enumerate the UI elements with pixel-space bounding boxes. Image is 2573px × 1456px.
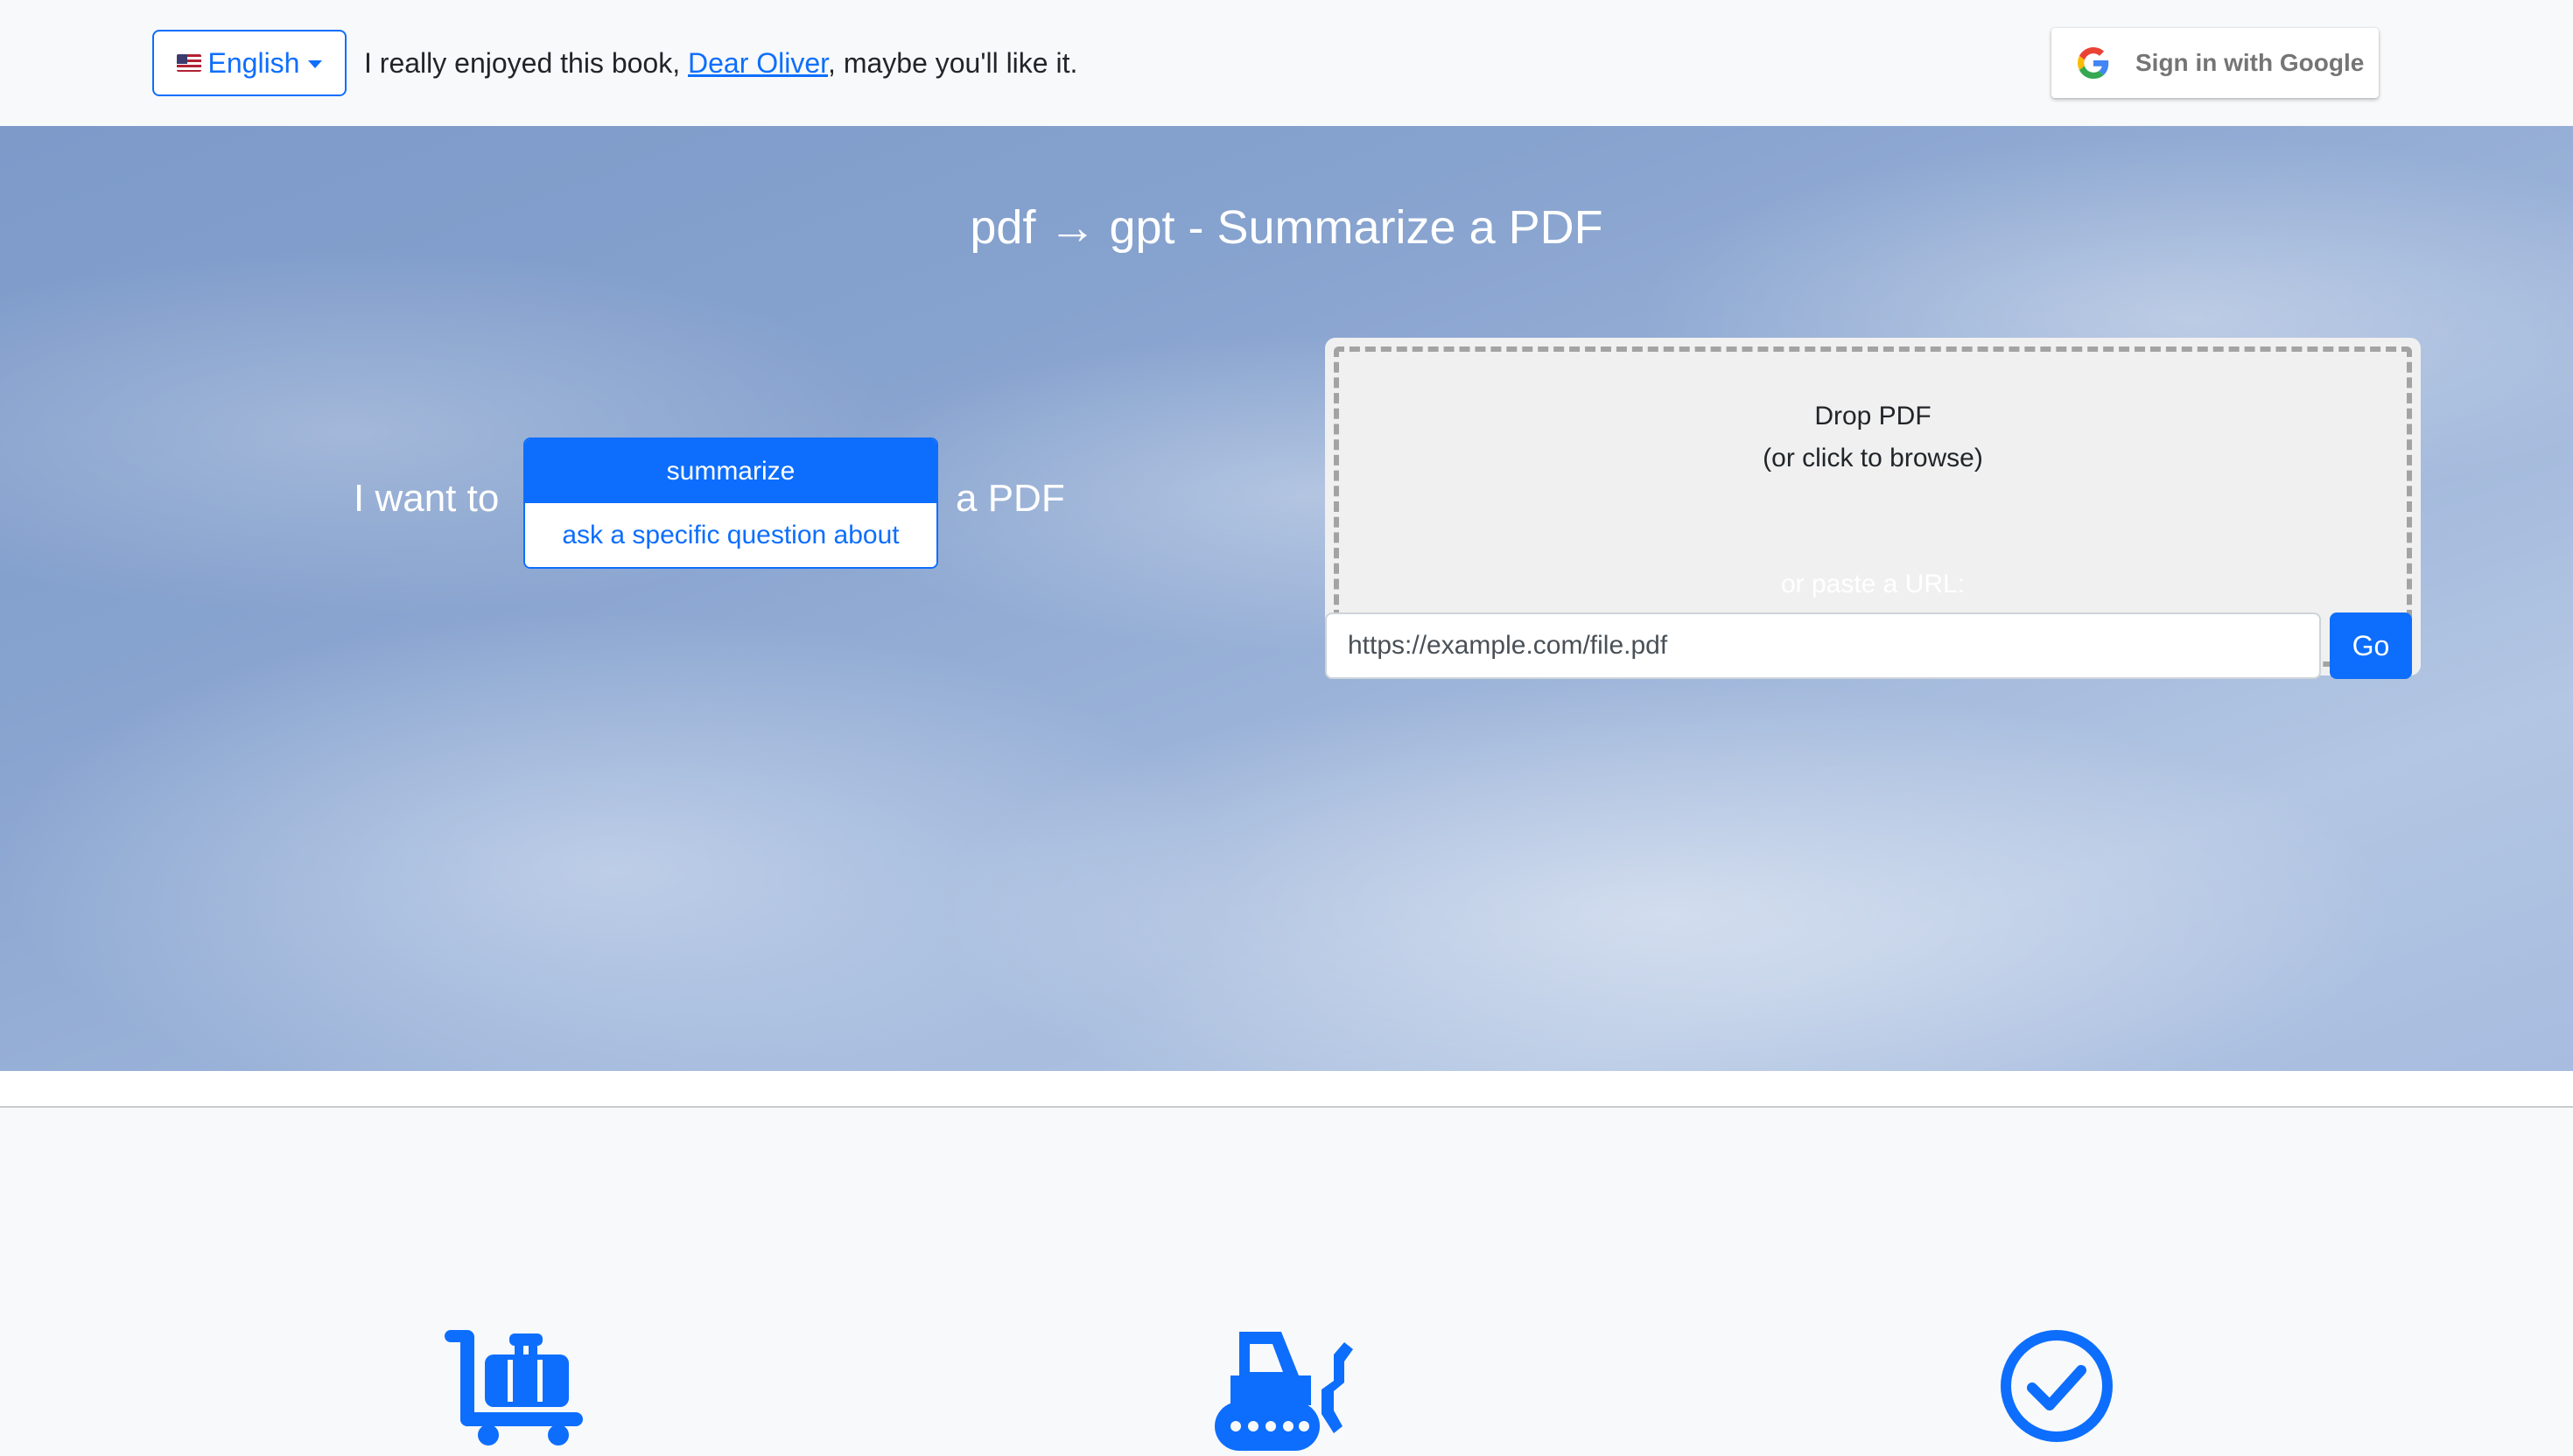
google-signin-label: Sign in with Google: [2135, 49, 2365, 76]
book-promo: I really enjoyed this book, Dear Oliver,…: [364, 38, 1077, 88]
bulldozer-icon: [1215, 1332, 1353, 1451]
top-bar: English I really enjoyed this book, Dear…: [0, 0, 2573, 126]
dropzone-title: Drop PDF: [1814, 402, 1932, 430]
google-signin-button[interactable]: Sign in with Google: [2051, 28, 2379, 98]
promo-text-before: I really enjoyed this book,: [364, 47, 688, 79]
promo-text-after: , maybe you'll like it.: [828, 47, 1078, 79]
page-title: pdf → gpt - Summarize a PDF: [970, 201, 1603, 254]
url-input[interactable]: [1325, 612, 2321, 679]
google-logo-icon: [2078, 47, 2109, 79]
check-circle-icon: [2001, 1330, 2113, 1442]
language-label: English: [207, 46, 300, 79]
caret-down-icon: [308, 60, 323, 68]
book-link[interactable]: Dear Oliver: [688, 47, 828, 79]
features-section: [0, 1108, 2573, 1456]
spacer-band: [0, 1071, 2573, 1106]
intent-selector: summarize ask a specific question about: [523, 438, 938, 569]
hero-section: pdf → gpt - Summarize a PDF I want to su…: [0, 126, 2573, 1071]
intent-suffix: a PDF: [956, 477, 1065, 520]
us-flag-icon: [176, 54, 201, 72]
language-dropdown[interactable]: English: [152, 30, 347, 96]
intent-prefix: I want to: [354, 477, 500, 520]
intent-option-summarize[interactable]: summarize: [525, 439, 936, 503]
url-label: or paste a URL:: [1780, 570, 1966, 598]
go-button[interactable]: Go: [2330, 612, 2412, 679]
dropzone-hint: (or click to browse): [1763, 444, 1983, 472]
luggage-cart-icon: [445, 1330, 583, 1446]
intent-option-ask-question[interactable]: ask a specific question about: [525, 503, 936, 567]
